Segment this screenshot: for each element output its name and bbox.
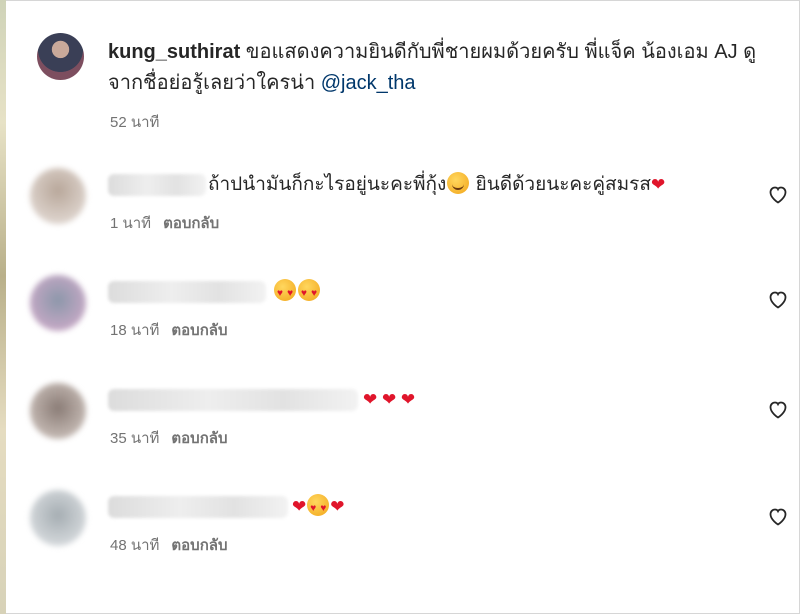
reply-button[interactable]: ตอบกลับ	[171, 430, 227, 447]
comment-item: ถ้าปนำมันก็กะไรอยู่นะคะพี่กุ้ง ยินดีด้วย…	[30, 168, 790, 248]
commenter-username[interactable]	[108, 389, 358, 411]
comment-text: ❤❤	[292, 493, 345, 523]
smiling-face-emoji-icon	[447, 172, 470, 194]
comment-meta: 35 นาที ตอบกลับ	[110, 426, 228, 450]
commenter-username[interactable]	[108, 496, 288, 518]
author-avatar[interactable]	[37, 33, 84, 80]
heart-eyes-emoji-icon	[274, 279, 296, 308]
commenter-username[interactable]	[108, 281, 266, 303]
red-heart-emoji-icon: ❤	[650, 175, 666, 194]
heart-eyes-emoji-icon	[298, 279, 320, 308]
red-heart-emoji-icon: ❤	[330, 497, 345, 516]
comment-text: ถ้าปนำมันก็กะไรอยู่นะคะพี่กุ้ง ยินดีด้วย…	[208, 171, 665, 199]
mention-link[interactable]: @jack_tha	[321, 72, 416, 94]
commenter-avatar[interactable]	[30, 168, 86, 224]
caption-timestamp: 52 นาที	[110, 114, 160, 131]
heart-outline-icon[interactable]	[766, 287, 790, 311]
comment-item: 18 นาที ตอบกลับ	[30, 275, 790, 355]
comment-text-part: ถ้าปนำมันก็กะไรอยู่นะคะพี่กุ้ง	[208, 174, 447, 195]
red-heart-emoji-icon: ❤ ❤ ❤	[363, 390, 416, 409]
comment-text: ❤ ❤ ❤	[363, 386, 415, 414]
heart-eyes-emoji-icon	[307, 494, 330, 523]
reply-button[interactable]: ตอบกลับ	[171, 322, 227, 339]
author-username[interactable]: kung_suthirat	[108, 41, 240, 63]
commenter-avatar[interactable]	[30, 383, 86, 439]
comment-meta: 48 นาที ตอบกลับ	[110, 533, 228, 557]
heart-outline-icon[interactable]	[766, 504, 790, 528]
commenter-username[interactable]	[108, 174, 206, 196]
comment-text	[273, 278, 321, 308]
reply-button[interactable]: ตอบกลับ	[163, 215, 219, 232]
heart-outline-icon[interactable]	[766, 182, 790, 206]
comment-item: ❤ ❤ ❤ 35 นาที ตอบกลับ	[30, 383, 790, 463]
comment-meta: 1 นาที ตอบกลับ	[110, 211, 219, 235]
comment-time: 35 นาที	[110, 430, 160, 447]
comment-text-part: ยินดีด้วยนะคะคู่สมรส	[470, 174, 651, 195]
comment-time: 18 นาที	[110, 322, 160, 339]
red-heart-emoji-icon: ❤	[292, 497, 307, 516]
comment-meta: 18 นาที ตอบกลับ	[110, 318, 228, 342]
background-strip	[0, 0, 6, 614]
comment-time: 48 นาที	[110, 537, 160, 554]
heart-outline-icon[interactable]	[766, 397, 790, 421]
comment-item: ❤❤ 48 นาทีตอบกลับ	[30, 490, 790, 570]
caption-text: kung_suthirat ขอแสดงความยินดีกับพี่ชายผม…	[108, 37, 788, 99]
commenter-avatar[interactable]	[30, 490, 86, 546]
comment-time: 1 นาที	[110, 215, 152, 232]
reply-button[interactable]: ตอบกลับ	[171, 537, 227, 554]
commenter-avatar[interactable]	[30, 275, 86, 331]
